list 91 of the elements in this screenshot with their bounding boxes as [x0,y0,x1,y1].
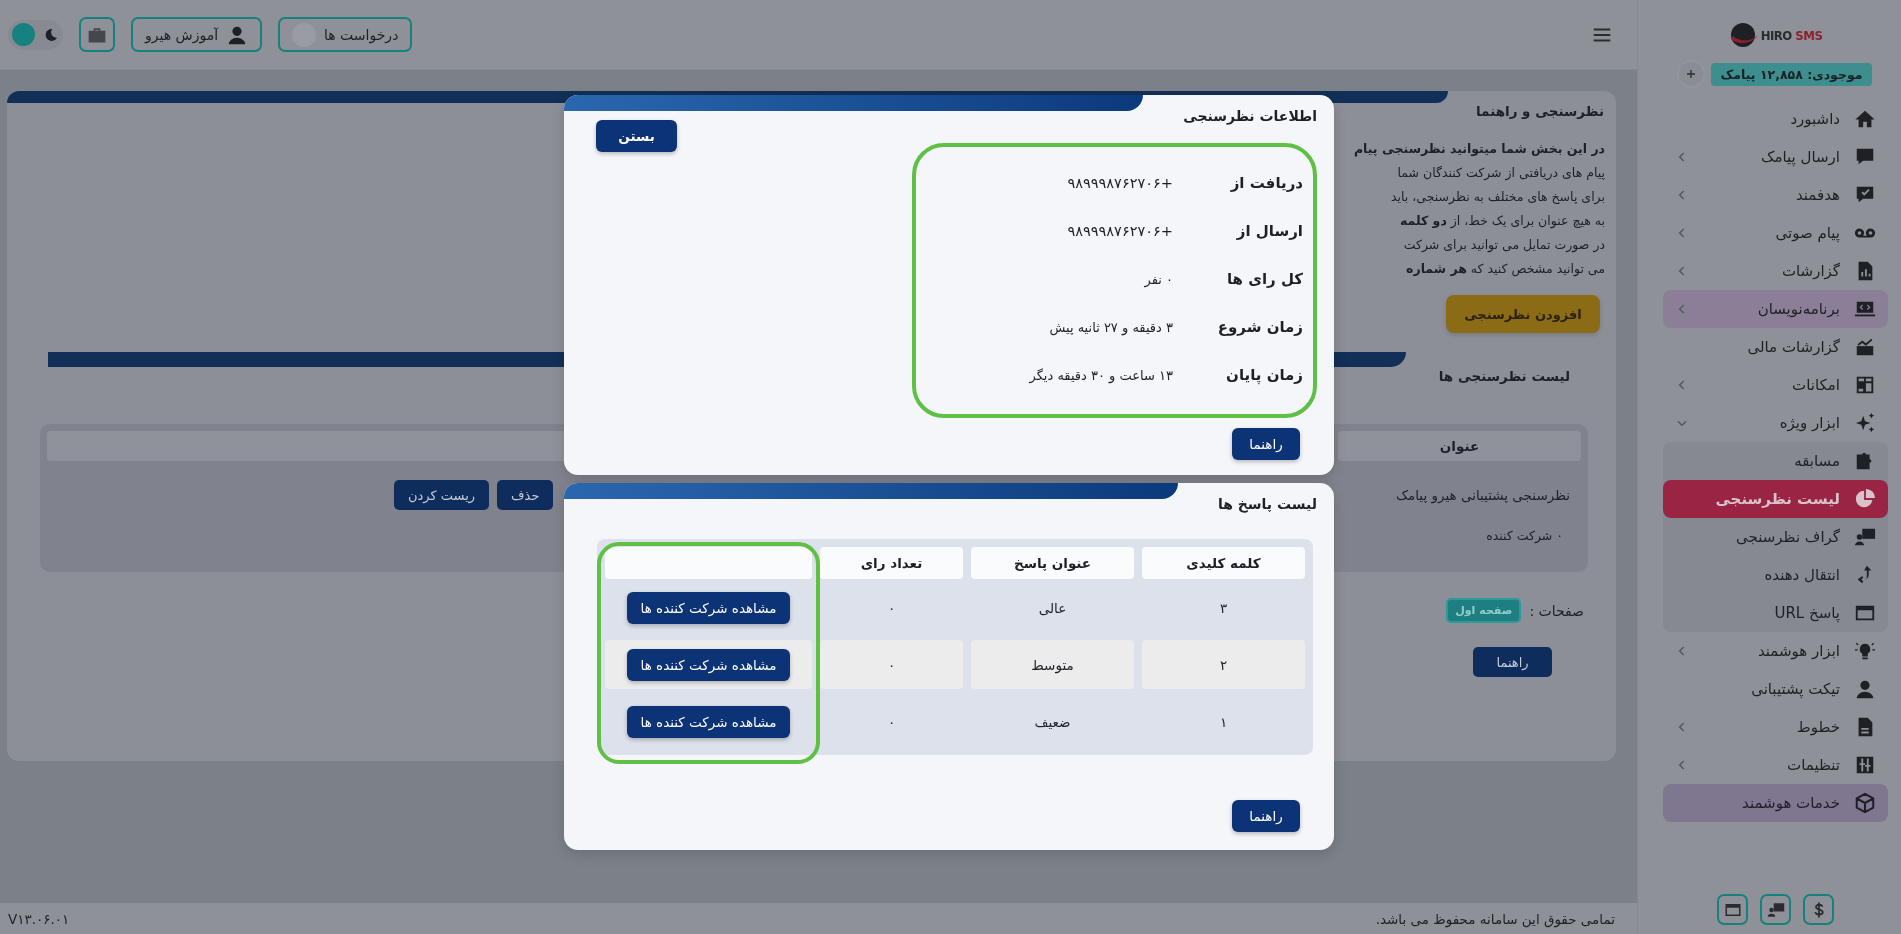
view-participants-button[interactable]: مشاهده شرکت کننده ها [626,705,791,738]
sidebar-item[interactable]: هدفمند [1663,176,1888,214]
sidebar-item[interactable]: گزارشات [1663,252,1888,290]
view-participants-button[interactable]: مشاهده شرکت کننده ها [626,591,791,624]
table-cell-text: عالی [1037,598,1068,618]
table-cell-text: ۳ [1218,598,1229,618]
pagination-label: صفحات : [1529,602,1584,619]
presentation-icon [1854,526,1876,548]
field-label: دریافت از [1229,174,1303,192]
view-participants-button[interactable]: مشاهده شرکت کننده ها [626,648,791,681]
field-label: زمان پایان [1225,366,1303,384]
requests-button[interactable]: درخواست ها [278,17,413,52]
card-title: نظرسنجی و راهنما [1475,102,1605,119]
balance-badge: موجودی: ۱۲,۸۵۸ پیامک [1710,62,1873,86]
sidebar-subitem[interactable]: گراف نظرسنجی [1663,518,1888,556]
help-button[interactable]: راهنما [1232,428,1300,460]
table-header-cell: تعداد رای [820,547,963,579]
table-cell: ۲ [1142,640,1305,689]
money-chart-icon [1854,336,1876,358]
tutorial-button[interactable]: آموزش هیرو [131,17,262,52]
sidebar-item[interactable]: خطوط [1663,708,1888,746]
sidebar-item[interactable]: ابزار ویژه [1663,404,1888,442]
table-header-cell: کلمه کلیدی [1142,547,1305,579]
sparkle-icon [1854,412,1876,434]
table-cell-text: ۰ [886,712,897,732]
add-credit-button[interactable] [1678,62,1703,86]
modal-title: اطلاعات نظرسنجی [1182,107,1318,124]
sidebar-item[interactable]: تیکت پشتیبانی [1663,670,1888,708]
field-value: ۱۳ ساعت و ۳۰ دقیقه دیگر [1029,367,1173,383]
cube-icon [1854,792,1876,814]
sidebar-item[interactable]: گزارشات مالی [1663,328,1888,366]
sidebar-item[interactable]: تنظیمات [1663,746,1888,784]
sphere-icon [1728,21,1759,49]
help-button[interactable]: راهنما [1473,647,1552,677]
sidebar-item[interactable]: داشبورد [1663,100,1888,138]
table-cell-text: ۰ [886,598,897,618]
sidebar-item[interactable]: پیام صوتی [1663,214,1888,252]
home-icon [1854,108,1876,130]
sidebar-item[interactable]: برنامه‌نویسان [1663,290,1888,328]
section-title: لیست نظرسنجی ها [1438,367,1571,384]
field-label: زمان شروع [1216,318,1303,336]
field-value: +۹۸۹۹۹۸۷۶۲۷۰۶ [1067,223,1173,239]
version-text: V۱۳.۰۶.۰۱ [8,910,70,927]
sidebar-subitem[interactable]: انتقال دهنده [1663,556,1888,594]
reset-button[interactable]: ریست کردن [394,480,490,510]
table-header-cell: عنوان پاسخ [971,547,1134,579]
close-button[interactable]: بستن [596,120,677,152]
person-icon [1854,678,1876,700]
presentation-icon [1766,900,1785,919]
sidebar-subitem[interactable]: لیست نظرسنجی [1663,480,1888,518]
theme-toggle[interactable] [8,19,63,50]
field-value: +۹۸۹۹۹۸۷۶۲۷۰۶ [1067,175,1173,191]
sidebar-item[interactable]: ارسال پیامک [1663,138,1888,176]
field-value: ۰ نفر [1144,271,1173,287]
shortcut-button[interactable] [1717,894,1748,925]
paragraph-line: به هیچ عنوان برای یک خط، از دو کلمه [1398,212,1605,231]
grid-icon [1854,374,1876,396]
page-button[interactable]: صفحه اول [1446,598,1522,623]
paragraph-line: در صورت تمایل می توانید برای شرکت [1402,236,1605,255]
help-button[interactable]: راهنما [1232,800,1300,832]
sidebar-item[interactable]: ابزار هوشمند [1663,632,1888,670]
table-header-cell: عنوان [1338,431,1581,461]
participants-count: ۰ شرکت کننده [1485,528,1564,543]
paragraph-line: پیام های دریافتی از شرکت کنندگان شما [1396,164,1605,183]
shortcut-button[interactable] [1760,894,1791,925]
briefcase-button[interactable] [79,17,115,52]
modal-title: لیست پاسخ ها [1216,495,1318,512]
table-cell: ۰ [820,640,963,689]
delete-button[interactable]: حذف [497,480,554,510]
paragraph-line: برای پاسخ های مختلف به نظرسنجی، باید [1390,188,1605,207]
lightbulb-icon [1854,640,1876,662]
paragraph-line: در این بخش شما میتوانید نظرسنجی پیام [1352,140,1605,159]
pie-chart-icon [1854,488,1876,510]
table-cell-text: ۱ [1218,712,1229,732]
table-cell-text: ضعیف [1033,712,1072,732]
sliders-icon [1854,754,1876,776]
sidebar-subitem[interactable]: مسابقه [1663,442,1888,480]
paragraph-line: می توانید مشخص کنید که هر شماره [1405,260,1605,279]
field-label: ارسال از [1235,222,1303,240]
table-cell-text: نظرسنجی پشتیبانی هیرو پیامک [1395,487,1571,503]
logo-text: HIRO SMS [1760,27,1823,43]
add-survey-button[interactable]: افزودن نظرسنجی [1446,295,1600,333]
field-value: ۳ دقیقه و ۲۷ ثانیه پیش [1049,319,1173,335]
shortcut-button[interactable] [1803,894,1834,925]
copyright-text: تمامی حقوق این سامانه محفوظ می باشد. [1375,910,1615,927]
field-label: کل رای ها [1225,270,1303,288]
table-cell: متوسط [971,640,1134,689]
sidebar-item[interactable]: خدمات هوشمند [1663,784,1888,822]
sidebar-subitem[interactable]: پاسخ URL [1663,594,1888,632]
moon-icon [43,26,59,43]
sidebar-item[interactable]: امکانات [1663,366,1888,404]
